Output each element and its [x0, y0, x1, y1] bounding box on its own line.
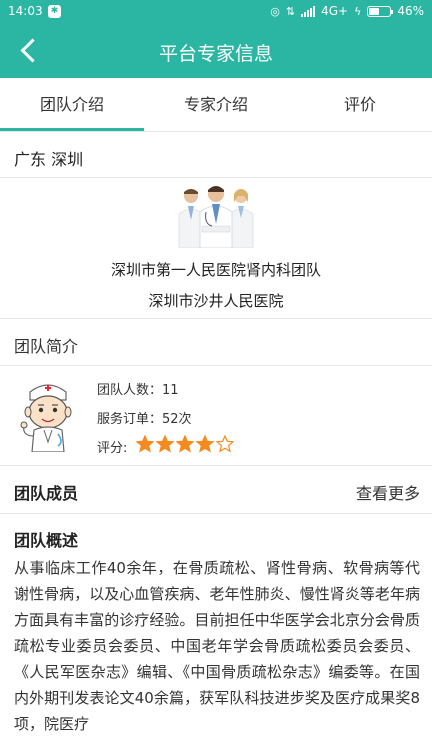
star-filled-icon	[156, 435, 174, 453]
team-member-count: 团队人数：11	[97, 383, 179, 398]
star-filled-icon	[196, 435, 214, 453]
wechat-notification-icon: ✱	[48, 5, 61, 18]
overview-text: 从事临床工作40余年，在骨质疏松、肾性骨病、软骨病等代谢性骨病，以及心血管疾病、…	[14, 559, 420, 733]
data-transfer-icon: ⇅	[285, 4, 296, 18]
page-title: 平台专家信息	[158, 43, 273, 65]
app-header: 平台专家信息	[0, 24, 432, 78]
alarm-icon: ◎	[270, 4, 280, 18]
rating-stars	[136, 435, 234, 453]
tab-team-intro[interactable]: 团队介绍	[0, 78, 144, 131]
status-indicators: ◎ ⇅ 4G+ ϟ 46%	[270, 4, 424, 18]
region-label: 广东 深圳	[14, 150, 84, 169]
members-section-title: 团队成员	[14, 484, 79, 503]
network-type: 4G+	[321, 4, 349, 18]
team-photo	[178, 182, 254, 248]
overview-section-title: 团队概述	[14, 531, 79, 550]
divider	[0, 318, 432, 319]
divider	[0, 513, 432, 514]
signal-icon	[301, 5, 316, 17]
star-filled-icon	[136, 435, 154, 453]
tab-expert-intro[interactable]: 专家介绍	[144, 78, 288, 131]
team-name: 深圳市第一人民医院肾内科团队	[110, 261, 321, 279]
service-order-count: 服务订单：52次	[97, 412, 192, 427]
active-tab-indicator	[0, 128, 144, 131]
hospital-name: 深圳市沙井人民医院	[148, 292, 284, 310]
battery-icon	[367, 5, 394, 17]
see-more-link[interactable]: 查看更多	[356, 480, 420, 504]
rating-label: 评分:	[97, 441, 128, 456]
divider	[0, 177, 432, 178]
battery-percent: 46%	[397, 4, 424, 18]
divider	[0, 465, 432, 466]
star-filled-icon	[176, 435, 194, 453]
intro-section-title: 团队简介	[14, 337, 79, 356]
star-empty-icon	[216, 435, 234, 453]
divider	[0, 365, 432, 366]
status-time: 14:03	[8, 4, 43, 18]
status-bar: 14:03 ✱ ◎ ⇅ 4G+ ϟ 46%	[0, 0, 432, 24]
charging-icon: ϟ	[354, 4, 362, 18]
tab-reviews[interactable]: 评价	[288, 78, 432, 131]
doctor-avatar	[20, 384, 72, 452]
tab-bar: 团队介绍 专家介绍 评价	[0, 78, 432, 132]
